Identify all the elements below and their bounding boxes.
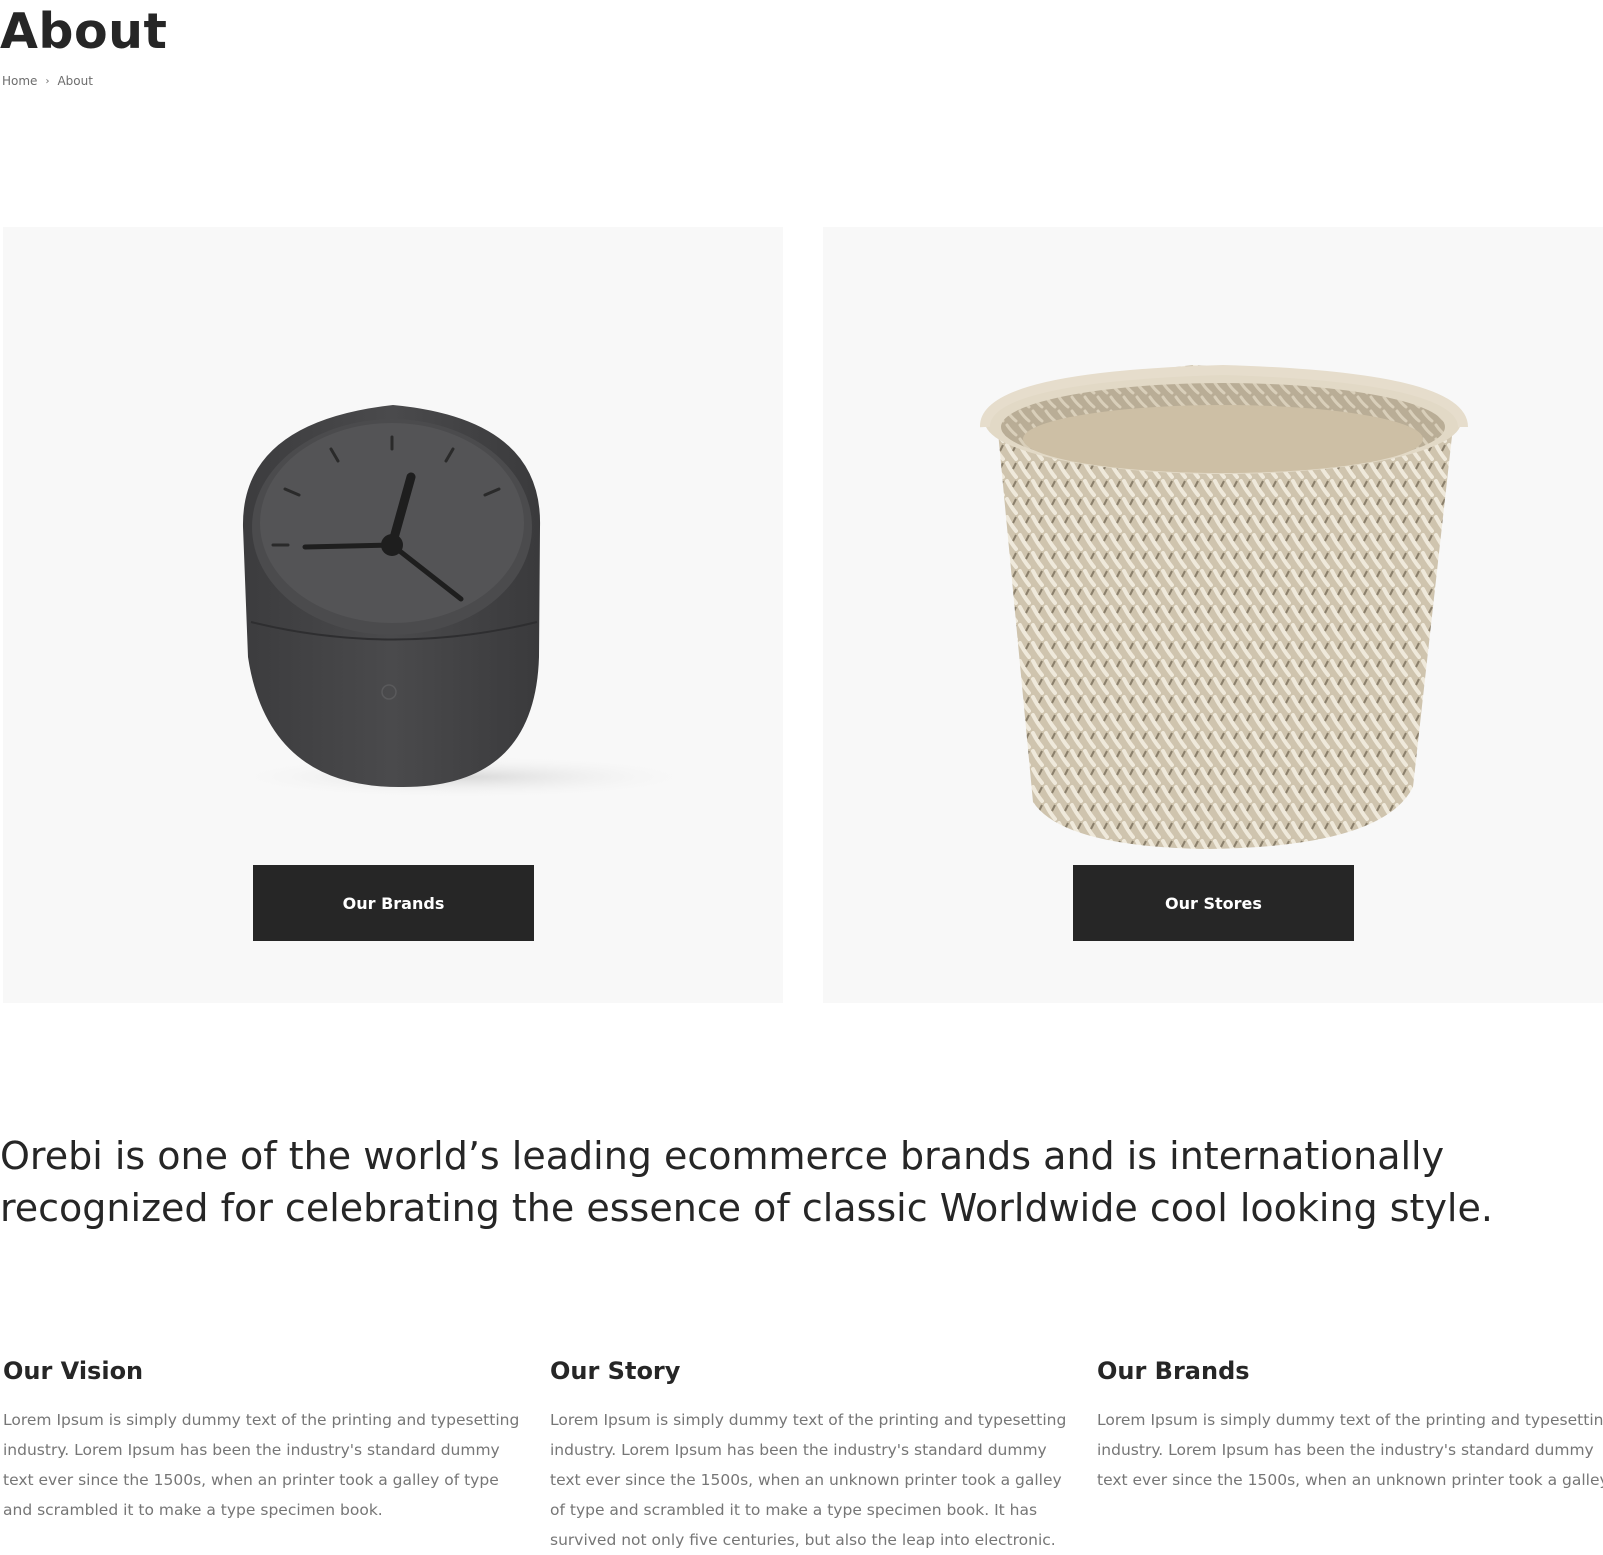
brands-section: Our Brands Lorem Ipsum is simply dummy t… [1097,1355,1603,1495]
our-brands-button[interactable]: Our Brands [253,865,534,941]
story-heading: Our Story [550,1357,681,1385]
vision-heading: Our Vision [3,1357,144,1385]
page-title: About [0,3,168,60]
vision-section: Our Vision Lorem Ipsum is simply dummy t… [3,1355,523,1525]
stores-card: Our Stores [823,227,1603,1003]
story-section: Our Story Lorem Ipsum is simply dummy te… [550,1355,1070,1555]
story-text: Lorem Ipsum is simply dummy text of the … [550,1411,1067,1549]
breadcrumb-current: About [57,74,93,88]
breadcrumb: Home › About [2,74,93,88]
company-tagline: Orebi is one of the world’s leading ecom… [0,1134,1493,1230]
brands-card: Our Brands [3,227,783,1003]
chevron-right-icon: › [45,75,50,87]
vision-text: Lorem Ipsum is simply dummy text of the … [3,1411,520,1519]
breadcrumb-home-link[interactable]: Home [2,74,37,88]
our-stores-button[interactable]: Our Stores [1073,865,1354,941]
brands-heading: Our Brands [1097,1357,1250,1385]
brands-text: Lorem Ipsum is simply dummy text of the … [1097,1411,1603,1489]
